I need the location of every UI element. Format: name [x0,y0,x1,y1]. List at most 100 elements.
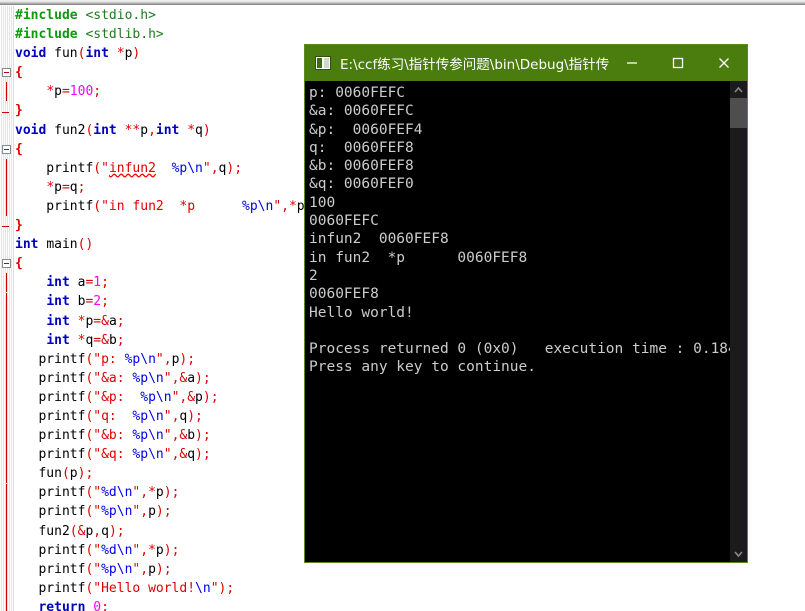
code-token: ; [116,332,125,348]
console-window[interactable]: E:\ccf练习\指针传参问题\bin\Debug\指针传参... p: 006… [304,44,748,563]
fold-guide-line [6,502,7,522]
code-token: a [108,313,117,329]
fold-guide-line [6,521,7,541]
code-token: * [46,179,55,195]
scrollbar-down-arrow[interactable] [730,545,747,562]
code-token: " [155,351,164,367]
code-token: ; [85,466,94,482]
code-token: printf [15,561,86,577]
console-output-area[interactable]: p: 0060FEFC &a: 0060FEFC &p: 0060FEF4 q:… [305,81,747,562]
code-token: %p\n [242,198,274,214]
code-token: , [148,122,156,138]
fold-guide-line [6,540,7,560]
code-token: printf [15,370,86,386]
console-scrollbar[interactable] [730,81,747,562]
code-token: ; [77,179,86,195]
code-token: p [155,542,164,558]
code-token: %p\n [132,428,164,444]
code-token: " [93,485,102,501]
fold-margin[interactable] [0,6,14,611]
code-token: #include [15,8,86,23]
code-token: } [15,218,23,234]
code-token: * [46,84,55,100]
code-token: ) [132,46,141,62]
close-icon [719,58,729,68]
code-token: ; [202,447,211,463]
fold-guide-line [6,292,7,312]
code-token: ; [187,351,196,367]
code-token: #include [15,27,86,43]
code-token: ) [108,523,117,539]
code-token: %p\n [132,447,164,463]
code-token: " [93,542,102,558]
code-token: void [15,46,55,62]
code-token: printf [15,198,94,214]
fold-end-marker [2,111,9,113]
code-token: "&b: [93,428,133,444]
code-token: = [61,179,70,195]
code-token: "Hello world! [93,580,196,596]
code-token: ) [195,428,203,444]
code-token: } [15,103,23,119]
scrollbar-thumb[interactable] [730,98,747,128]
console-title-text: E:\ccf练习\指针传参问题\bin\Debug\指针传参... [340,57,609,73]
code-token: return [38,599,94,611]
fold-guide-line [6,388,7,408]
code-token: fun [15,466,62,482]
code-token: , [140,504,149,520]
console-titlebar[interactable]: E:\ccf练习\指针传参问题\bin\Debug\指针传参... [305,45,747,81]
minimize-button[interactable] [609,45,655,81]
code-token: ) [155,504,164,520]
fold-guide-line [6,598,7,611]
code-token: ; [101,294,109,310]
code-token: %p\n [171,160,203,176]
code-token: ) [163,485,172,501]
fold-guide-line [6,464,7,484]
code-token: p [54,84,62,100]
code-token: p [69,466,78,482]
code-token: b [108,332,117,348]
code-token: , [281,198,289,214]
code-line: return 0; [15,598,805,611]
toolbar-strip [0,0,805,5]
code-token: %p\n [132,370,164,386]
code-token: "&a: [93,370,133,386]
code-token: ; [195,408,203,424]
code-token: int [93,122,125,138]
fold-collapse-icon[interactable] [2,259,11,269]
code-token: ; [202,370,211,386]
code-token: printf [15,504,86,520]
fold-guide-line [6,407,7,427]
console-output-text: p: 0060FEFC &a: 0060FEFC &p: 0060FEF4 q:… [309,85,747,376]
close-button[interactable] [701,45,747,81]
code-token: = [93,332,102,348]
code-token: ; [171,542,180,558]
code-token: ( [93,160,102,176]
code-token: ) [195,370,203,386]
code-token: ) [155,561,164,577]
code-token: q [69,179,78,195]
fold-guide-line [6,349,7,369]
code-token: ) [202,122,211,138]
code-token: p [54,179,62,195]
minimize-icon [627,62,637,64]
code-token: { [15,65,23,81]
scrollbar-up-arrow[interactable] [730,81,747,98]
code-token: " [93,504,102,520]
fold-guide-line [6,368,7,388]
code-token: void [15,122,55,138]
fold-guide-line [6,197,7,217]
code-token: <stdlib.h> [85,27,164,43]
code-token: " [163,428,172,444]
code-token: b [187,428,196,444]
code-token: fun2 [15,523,70,539]
fold-collapse-icon[interactable] [2,144,11,154]
code-token: p [148,504,156,520]
fold-collapse-icon[interactable] [2,68,11,78]
maximize-button[interactable] [655,45,701,81]
code-token: printf [15,580,86,596]
code-token: \n [195,580,211,596]
